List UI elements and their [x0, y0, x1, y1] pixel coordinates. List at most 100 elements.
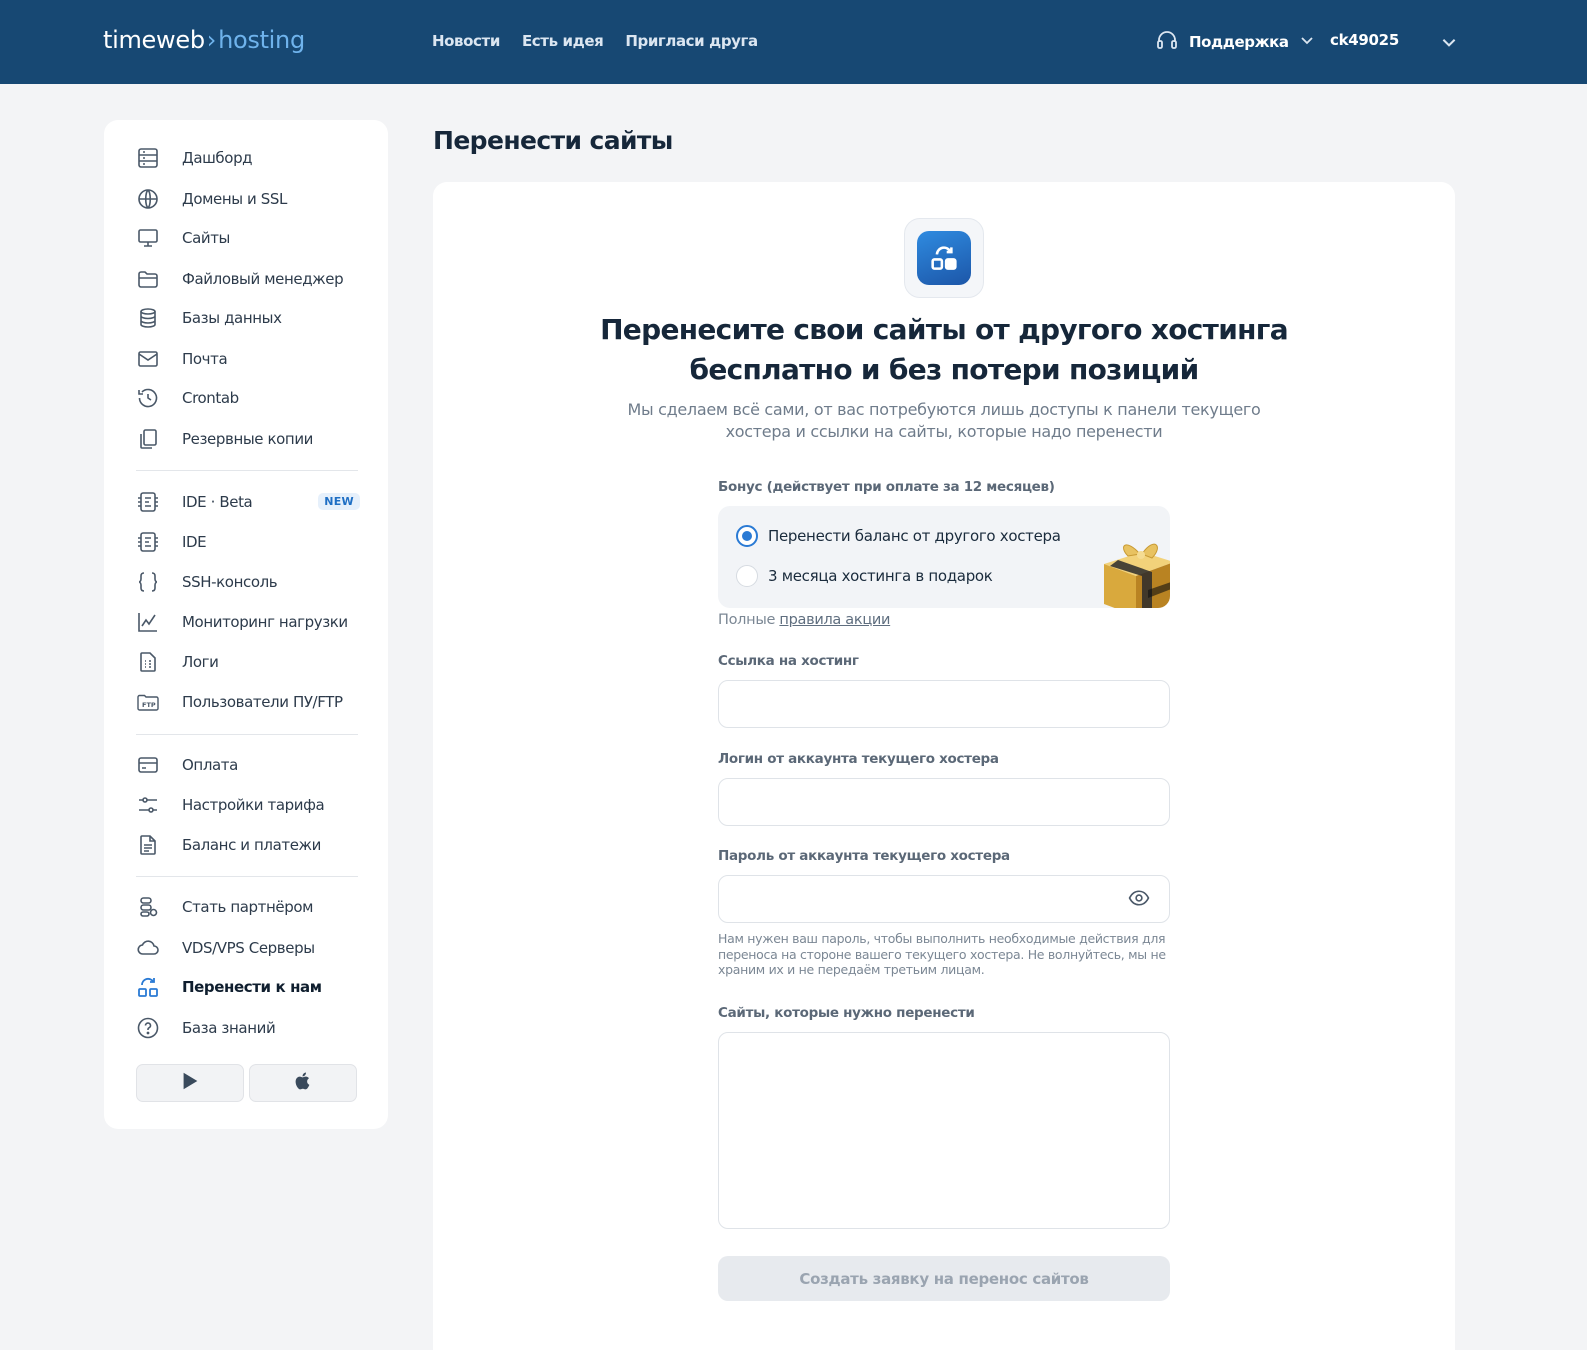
hero-subtitle-line: хостера и ссылки на сайты, которые надо …: [725, 422, 1163, 441]
sidebar: Дашборд Домены и SSL Сайты Файловый мене…: [104, 120, 388, 1129]
bonus-options-box: Перенести баланс от другого хостера 3 ме…: [718, 506, 1170, 608]
ide-icon: [136, 530, 160, 554]
page-title: Перенести сайты: [433, 126, 673, 155]
sidebar-item-label: Перенести к нам: [182, 978, 322, 996]
sidebar-item-label: IDE: [182, 533, 207, 551]
sidebar-item-label: Crontab: [182, 389, 239, 407]
sidebar-item-label: Дашборд: [182, 149, 253, 167]
logo-separator: ›: [206, 26, 217, 54]
top-header: timeweb›hosting Новости Есть идея Пригла…: [0, 0, 1587, 84]
login-input[interactable]: [718, 778, 1170, 826]
sidebar-item-crontab[interactable]: Crontab: [136, 383, 360, 413]
sidebar-item-vds[interactable]: VDS/VPS Серверы: [136, 933, 360, 963]
top-nav-news[interactable]: Новости: [432, 32, 500, 50]
sidebar-item-label: Мониторинг нагрузки: [182, 613, 348, 631]
sidebar-item-label: Оплата: [182, 756, 238, 774]
sidebar-item-knowledge-base[interactable]: База знаний: [136, 1013, 360, 1043]
logo[interactable]: timeweb›hosting: [103, 26, 305, 54]
copy-icon: [136, 427, 160, 451]
eye-icon[interactable]: [1128, 889, 1150, 911]
account-name[interactable]: ck49025: [1330, 31, 1399, 49]
chevron-down-icon: [1299, 32, 1315, 52]
logo-sub-text: hosting: [218, 26, 305, 54]
sidebar-divider: [136, 470, 358, 471]
sidebar-item-backups[interactable]: Резервные копии: [136, 424, 360, 454]
sites-label: Сайты, которые нужно перенести: [718, 1005, 975, 1021]
support-menu[interactable]: Поддержка: [1155, 28, 1315, 56]
bonus-option-balance[interactable]: Перенести баланс от другого хостера: [736, 525, 1061, 547]
rules-prefix: Полные: [718, 612, 776, 628]
sidebar-item-ide[interactable]: IDE: [136, 527, 360, 557]
history-icon: [136, 386, 160, 410]
sidebar-item-label: Пользователи ПУ/FTP: [182, 693, 343, 711]
database-icon: [136, 306, 160, 330]
sidebar-item-ssh-console[interactable]: SSH-консоль: [136, 567, 360, 597]
sites-textarea[interactable]: [718, 1032, 1170, 1229]
transfer-card: Перенесите свои сайты от другого хостинг…: [433, 182, 1455, 1350]
sidebar-item-domains[interactable]: Домены и SSL: [136, 184, 360, 214]
sidebar-item-label: Домены и SSL: [182, 190, 287, 208]
sidebar-item-label: Настройки тарифа: [182, 796, 325, 814]
app-store-button[interactable]: [249, 1064, 357, 1102]
google-play-button[interactable]: [136, 1064, 244, 1102]
sidebar-item-databases[interactable]: Базы данных: [136, 303, 360, 333]
sidebar-item-label: Базы данных: [182, 309, 282, 327]
folder-icon: [136, 267, 160, 291]
mail-icon: [136, 347, 160, 371]
new-badge: NEW: [318, 493, 360, 510]
sidebar-item-label: Логи: [182, 653, 219, 671]
braces-icon: [136, 570, 160, 594]
logo-main-text: timeweb: [103, 26, 205, 54]
sidebar-item-logs[interactable]: Логи: [136, 647, 360, 677]
document-icon: [136, 833, 160, 857]
sidebar-item-label: Сайты: [182, 229, 230, 247]
top-nav-invite[interactable]: Пригласи друга: [625, 32, 758, 50]
hero-subtitle: Мы сделаем всё сами, от вас потребуются …: [433, 399, 1455, 443]
password-hint: Нам нужен ваш пароль, чтобы выполнить не…: [718, 931, 1166, 977]
sidebar-item-dashboard[interactable]: Дашборд: [136, 143, 360, 173]
hero-title-line: бесплатно и без потери позиций: [689, 353, 1199, 386]
headset-icon: [1155, 28, 1179, 56]
sidebar-item-label: IDE · Beta: [182, 493, 253, 511]
ftp-icon: FTP: [136, 690, 160, 714]
sidebar-item-label: Баланс и платежи: [182, 836, 322, 854]
sidebar-item-label: SSH-консоль: [182, 573, 278, 591]
ide-icon: [136, 490, 160, 514]
play-icon: [179, 1070, 201, 1096]
sidebar-item-sites[interactable]: Сайты: [136, 223, 360, 253]
radio-selected[interactable]: [736, 525, 758, 547]
top-nav-idea[interactable]: Есть идея: [522, 32, 604, 50]
sidebar-item-label: VDS/VPS Серверы: [182, 939, 315, 957]
hero-title: Перенесите свои сайты от другого хостинг…: [433, 310, 1455, 390]
bonus-option-3-months[interactable]: 3 месяца хостинга в подарок: [736, 565, 993, 587]
bonus-option-label: 3 месяца хостинга в подарок: [768, 567, 993, 585]
hosting-link-input[interactable]: [718, 680, 1170, 728]
sidebar-item-tariff-settings[interactable]: Настройки тарифа: [136, 790, 360, 820]
support-label: Поддержка: [1189, 33, 1289, 51]
sidebar-item-ftp-users[interactable]: FTP Пользователи ПУ/FTP: [136, 687, 360, 717]
sidebar-divider: [136, 876, 358, 877]
sidebar-item-balance[interactable]: Баланс и платежи: [136, 830, 360, 860]
sidebar-item-load-monitoring[interactable]: Мониторинг нагрузки: [136, 607, 360, 637]
monitor-icon: [136, 226, 160, 250]
question-icon: [136, 1016, 160, 1040]
submit-transfer-button[interactable]: Создать заявку на перенос сайтов: [718, 1256, 1170, 1301]
rules-text: Полные правила акции: [718, 612, 890, 628]
rules-link[interactable]: правила акции: [779, 612, 890, 628]
password-label: Пароль от аккаунта текущего хостера: [718, 848, 1010, 864]
sidebar-item-ide-beta[interactable]: IDE · Beta NEW: [136, 487, 360, 517]
password-input[interactable]: [718, 875, 1170, 923]
sidebar-item-payment[interactable]: Оплата: [136, 750, 360, 780]
chart-icon: [136, 610, 160, 634]
sidebar-item-label: Стать партнёром: [182, 898, 314, 916]
account-chevron-down-icon[interactable]: [1440, 33, 1458, 55]
hero-subtitle-line: Мы сделаем всё сами, от вас потребуются …: [627, 400, 1261, 419]
radio-unselected[interactable]: [736, 565, 758, 587]
sidebar-item-mail[interactable]: Почта: [136, 344, 360, 374]
transfer-hero-icon: [917, 231, 971, 285]
sidebar-item-transfer[interactable]: Перенести к нам: [136, 972, 360, 1002]
sidebar-item-partner[interactable]: Стать партнёром: [136, 892, 360, 922]
sidebar-item-label: Резервные копии: [182, 430, 314, 448]
sidebar-item-file-manager[interactable]: Файловый менеджер: [136, 264, 360, 294]
hero-title-line: Перенесите свои сайты от другого хостинг…: [600, 313, 1289, 346]
